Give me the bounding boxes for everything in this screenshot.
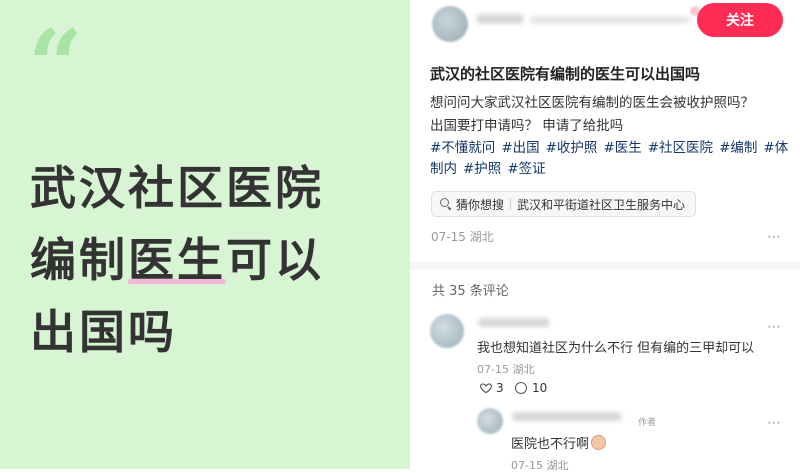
section-divider bbox=[410, 262, 800, 270]
more-dots-icon[interactable]: ⋯ bbox=[767, 320, 782, 334]
like-button[interactable]: 3 bbox=[479, 381, 504, 395]
post-meta: 07-15 湖北 bbox=[431, 230, 494, 244]
headline-line-3: 出国吗 bbox=[30, 305, 177, 359]
headline-word-bianzhi: 编制 bbox=[30, 233, 128, 287]
post-body-line-2: 出国要打申请吗？ 申请了给批吗 bbox=[430, 118, 624, 134]
post-panel: 关注 武汉的社区医院有编制的医生可以出国吗 想问问大家武汉社区医院有编制的医生会… bbox=[410, 0, 800, 472]
tag-list: #不懂就问 #出国 #收护照 #医生 #社区医院 #编制 #体制内 #护照 #签证 bbox=[430, 138, 792, 180]
comments-count: 共 35 条评论 bbox=[432, 284, 509, 299]
follow-button[interactable]: 关注 bbox=[697, 3, 783, 37]
tag-link[interactable]: #社区医院 bbox=[648, 140, 713, 156]
tag-link[interactable]: #护照 bbox=[463, 161, 501, 177]
reply-text-content: 医院也不行啊 bbox=[511, 437, 590, 452]
reply-meta: 07-15 湖北 bbox=[511, 459, 569, 472]
tag-link[interactable]: #签证 bbox=[507, 161, 545, 177]
comment-meta: 07-15 湖北 bbox=[477, 363, 535, 376]
author-badge: 作者 bbox=[638, 418, 657, 428]
headline-word-keyi: 可以 bbox=[226, 233, 324, 287]
headline-line-2: 编制医生可以 bbox=[30, 224, 390, 296]
suggested-search-chip[interactable]: 猜你想搜 武汉和平街道社区卫生服务中心 bbox=[431, 191, 697, 217]
reply-author-name-blurred[interactable] bbox=[512, 412, 622, 421]
search-icon bbox=[440, 198, 452, 210]
heart-icon bbox=[479, 383, 493, 394]
author-name-blurred[interactable] bbox=[476, 14, 524, 24]
commenter-avatar[interactable] bbox=[430, 314, 464, 348]
search-query: 武汉和平街道社区卫生服务中心 bbox=[517, 197, 686, 212]
tag-link[interactable]: #收护照 bbox=[546, 140, 598, 156]
post-title: 武汉的社区医院有编制的医生可以出国吗 bbox=[430, 65, 701, 83]
comment-text: 我也想知道社区为什么不行 但有编的三甲却可以 bbox=[477, 341, 755, 356]
search-prefix: 猜你想搜 bbox=[456, 197, 505, 212]
headline-highlight-yisheng: 医生 bbox=[128, 224, 226, 296]
author-avatar[interactable] bbox=[432, 6, 468, 42]
tag-link[interactable]: #不懂就问 bbox=[430, 140, 495, 156]
emoji-face-icon bbox=[591, 435, 607, 450]
more-dots-icon[interactable]: ⋯ bbox=[767, 230, 782, 244]
tag-link[interactable]: #出国 bbox=[501, 140, 539, 156]
quote-mark-icon: “ bbox=[28, 9, 84, 122]
more-dots-icon[interactable]: ⋯ bbox=[767, 416, 782, 430]
post-body-line-1: 想问问大家武汉社区医院有编制的医生会被收护照吗？ bbox=[430, 95, 754, 111]
headline-line-1: 武汉社区医院 bbox=[30, 161, 324, 215]
author-info-blurred bbox=[530, 16, 690, 24]
tag-link[interactable]: #编制 bbox=[719, 140, 757, 156]
like-count: 3 bbox=[496, 381, 504, 395]
reply-count: 10 bbox=[532, 381, 548, 395]
cover-panel: “ 武汉社区医院 编制医生可以 出国吗 bbox=[0, 0, 410, 469]
reply-author-avatar[interactable] bbox=[477, 408, 503, 434]
tag-link[interactable]: #医生 bbox=[603, 140, 641, 156]
reply-text: 医院也不行啊 bbox=[511, 433, 607, 452]
comment-bubble-icon bbox=[515, 382, 527, 394]
post-body: 想问问大家武汉社区医院有编制的医生会被收护照吗？ 出国要打申请吗？ 申请了给批吗 bbox=[430, 92, 790, 138]
commenter-name-blurred[interactable] bbox=[478, 318, 550, 327]
reply-button[interactable]: 10 bbox=[515, 381, 547, 395]
cover-headline: 武汉社区医院 编制医生可以 出国吗 bbox=[30, 152, 390, 368]
chip-divider bbox=[510, 198, 512, 210]
